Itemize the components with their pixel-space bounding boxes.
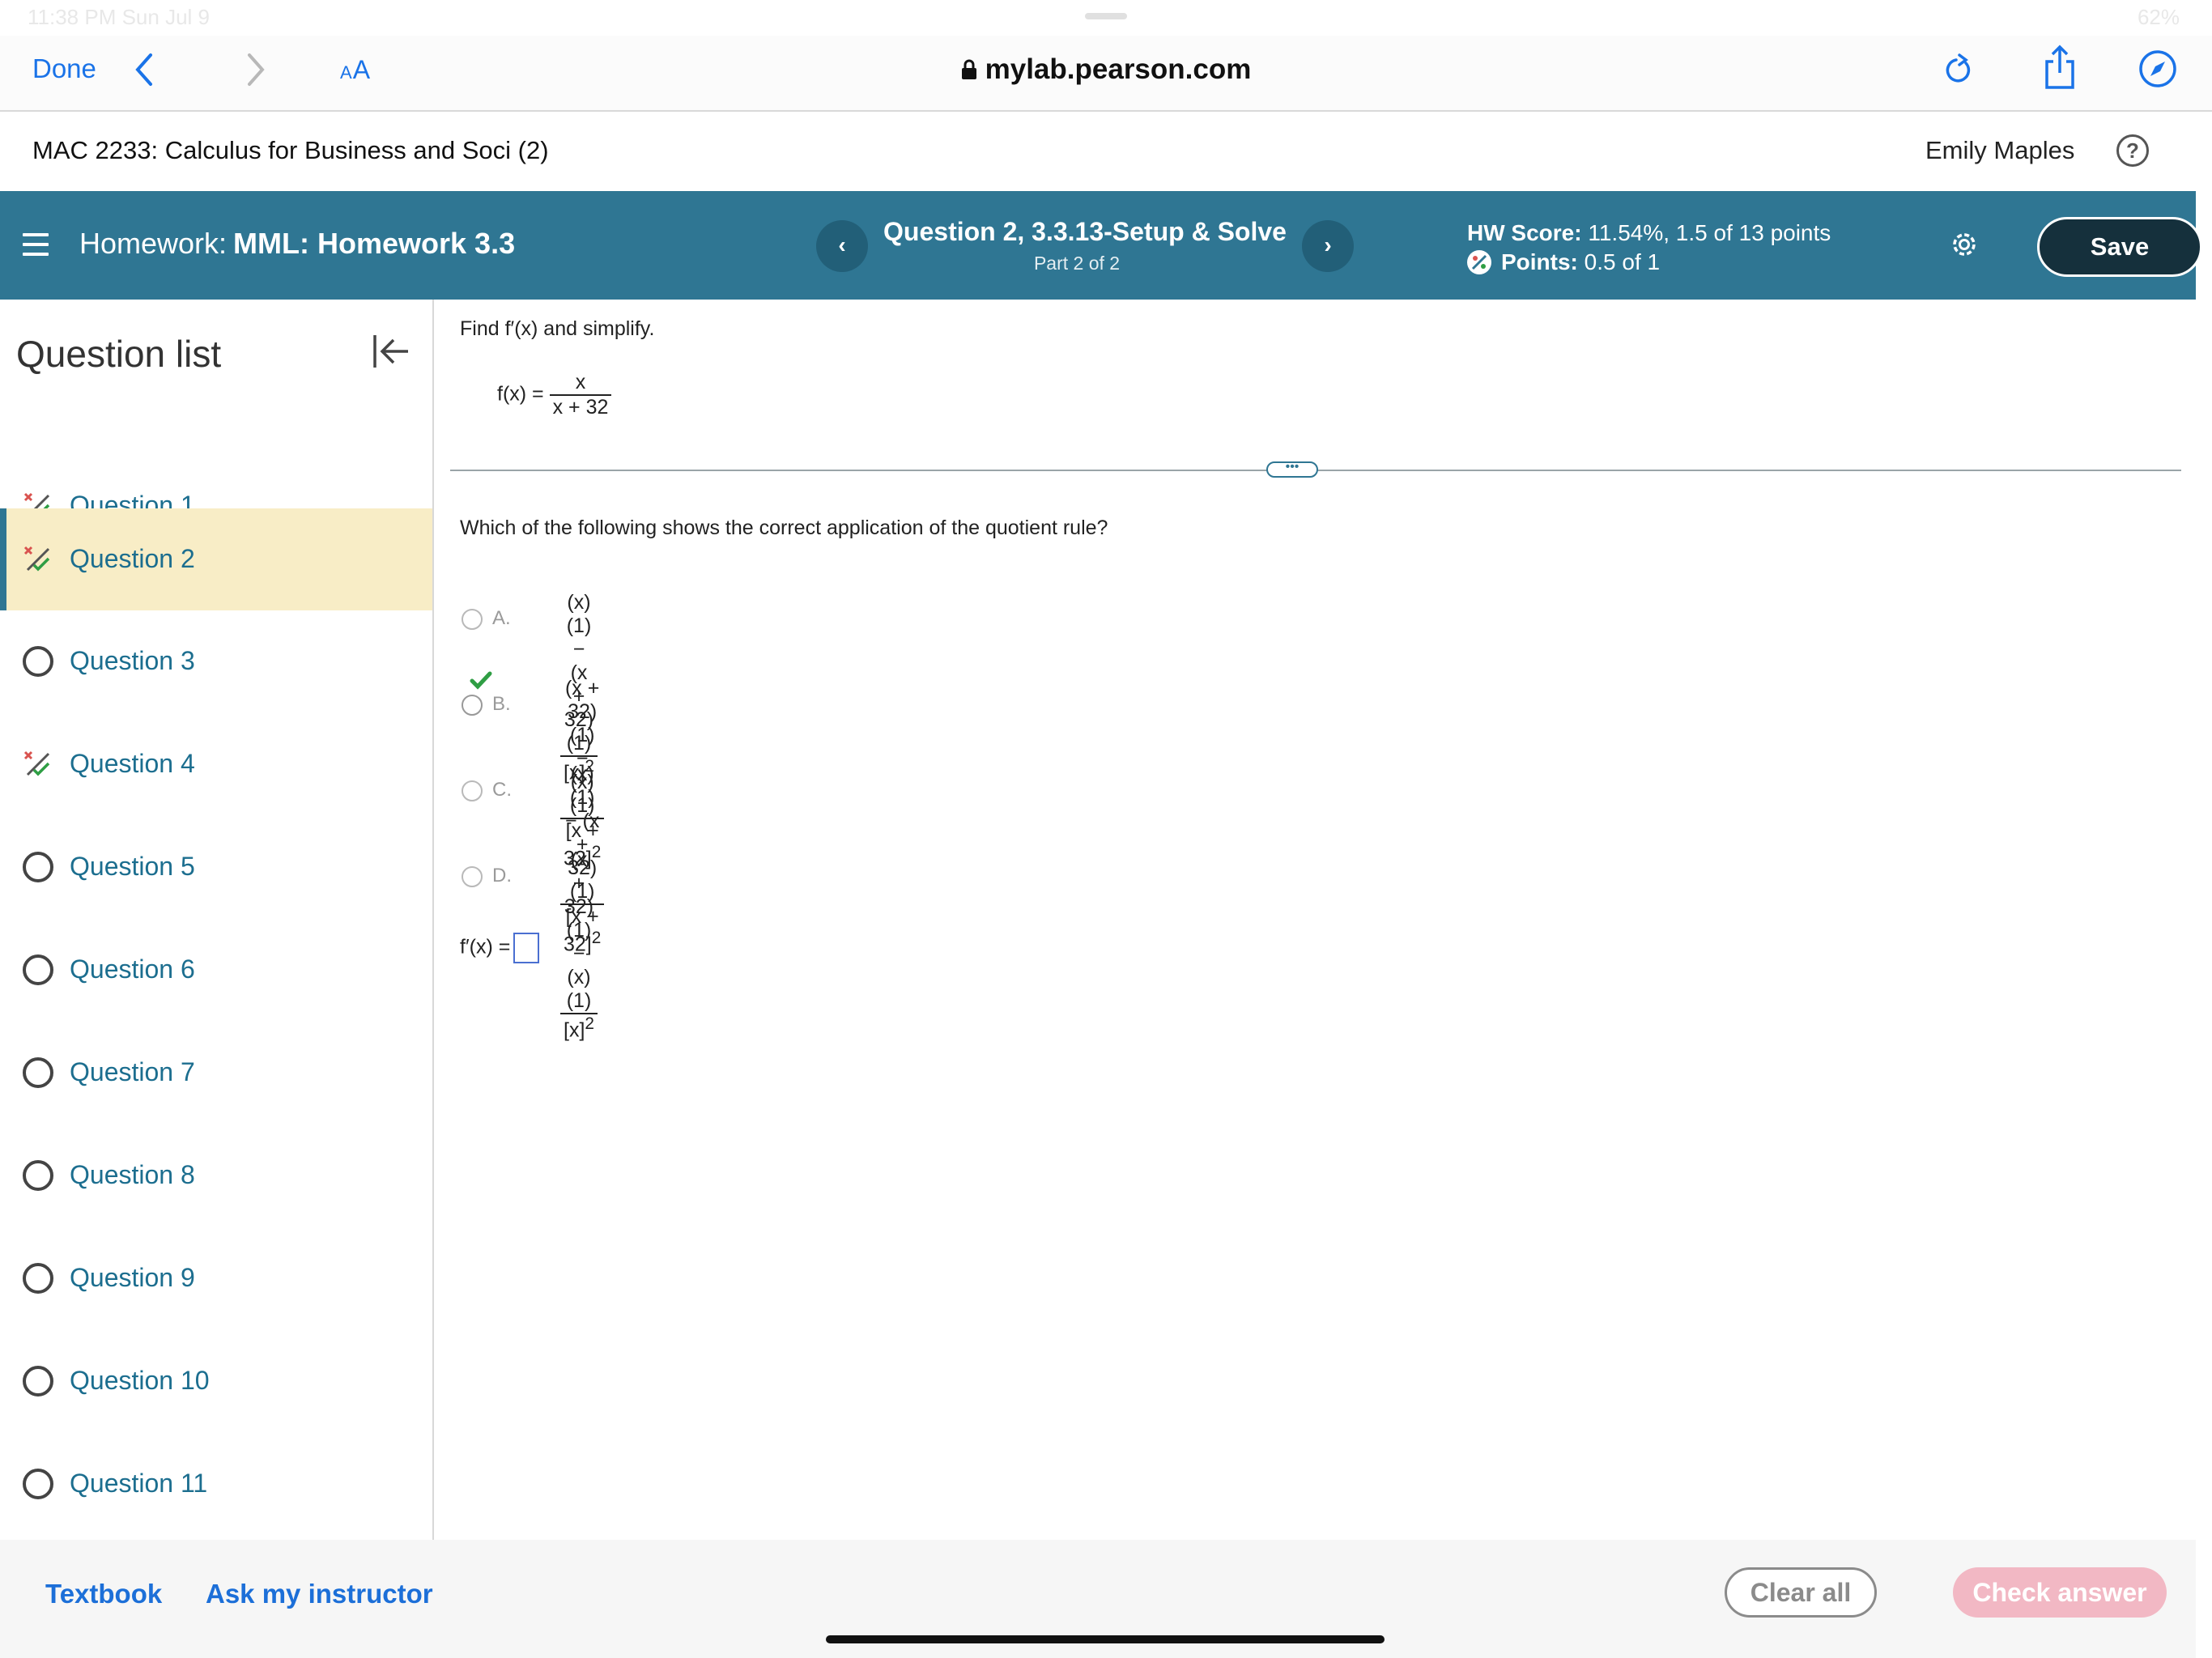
question-label: Question 2: [70, 544, 195, 573]
course-title[interactable]: MAC 2233: Calculus for Business and Soci…: [32, 136, 549, 165]
hw-score: HW Score: 11.54%, 1.5 of 13 points: [1467, 220, 1831, 246]
footer-bar: Textbook Ask my instructor Clear all Che…: [0, 1540, 2196, 1658]
function-denominator: x + 32: [549, 394, 612, 419]
unanswered-circle-icon: [23, 1263, 53, 1294]
homework-header: Homework: MML: Homework 3.3 ‹ Question 2,…: [0, 191, 2202, 300]
question-label: Question 7: [70, 1057, 195, 1086]
correct-check-icon: [470, 670, 492, 695]
question-list-item-9[interactable]: Question 9: [0, 1227, 432, 1329]
help-icon[interactable]: ?: [2116, 134, 2149, 167]
question-label: Question 9: [70, 1263, 195, 1292]
question-list-panel: Question list Question 1 Question 2 Ques…: [0, 300, 434, 1540]
settings-gear-icon[interactable]: [1948, 228, 1980, 265]
choice-denominator-exponent: 2: [585, 1014, 594, 1033]
battery-level: 62%: [2137, 5, 2180, 29]
points: Points: 0.5 of 1: [1467, 249, 1660, 276]
address-bar[interactable]: mylab.pearson.com: [0, 53, 2212, 87]
status-bar: 11:38 PM Sun Jul 9 62%: [0, 0, 2212, 36]
reload-icon[interactable]: [1942, 50, 1974, 93]
homework-name: MML: Homework 3.3: [233, 227, 516, 260]
question-list-item-4[interactable]: Question 4: [0, 713, 432, 815]
answer-label: f′(x) =: [460, 935, 511, 959]
unanswered-circle-icon: [23, 646, 53, 677]
radio-button[interactable]: [462, 609, 483, 630]
hw-score-value: 11.54%, 1.5 of 13 points: [1588, 220, 1831, 245]
question-list-item-5[interactable]: Question 5: [0, 816, 432, 918]
answer-input[interactable]: [513, 933, 540, 963]
question-list-item-2[interactable]: Question 2: [0, 508, 432, 610]
question-list-item-6[interactable]: Question 6: [0, 919, 432, 1021]
unanswered-circle-icon: [23, 852, 53, 882]
question-list-item-10[interactable]: Question 10: [0, 1330, 432, 1432]
status-time: 11:38 PM Sun Jul 9: [28, 5, 210, 29]
function-definition: f(x) = x x + 32: [497, 371, 612, 419]
question-list-item-7[interactable]: Question 7: [0, 1022, 432, 1124]
textbook-link[interactable]: Textbook: [45, 1579, 162, 1609]
question-part: Part 2 of 2: [1033, 253, 1121, 274]
choice-numerator: (x + 32)(1) − (x)(1): [564, 848, 594, 1012]
question-content: Find f′(x) and simplify. f(x) = x x + 32…: [434, 300, 2196, 1540]
question-label: Question 8: [70, 1160, 195, 1189]
share-icon[interactable]: [2042, 44, 2078, 95]
homework-title: Homework: MML: Homework 3.3: [79, 227, 515, 261]
clear-all-button[interactable]: Clear all: [1725, 1567, 1877, 1618]
choice-denominator-base: [x]: [564, 1018, 585, 1042]
radio-button[interactable]: [462, 866, 483, 887]
check-answer-button[interactable]: Check answer: [1953, 1567, 2167, 1618]
question-list-item-3[interactable]: Question 3: [0, 610, 432, 712]
question-label: Question 11: [70, 1469, 208, 1498]
partial-credit-icon: [23, 544, 52, 577]
lock-icon: [961, 55, 977, 87]
question-label: Question 6: [70, 954, 195, 984]
unanswered-circle-icon: [23, 954, 53, 985]
question-label: Question 5: [70, 852, 195, 881]
unanswered-circle-icon: [23, 1160, 53, 1191]
function-fraction: x x + 32: [549, 371, 612, 419]
choice-letter: A.: [492, 607, 511, 629]
choice-letter: C.: [492, 779, 512, 801]
radio-button[interactable]: [462, 780, 483, 801]
multitask-grabber[interactable]: [1085, 13, 1127, 19]
radio-button-selected[interactable]: [462, 695, 483, 716]
question-title: Question 2, 3.3.13-Setup & Solve: [883, 217, 1287, 246]
course-header: MAC 2233: Calculus for Business and Soci…: [0, 112, 2212, 191]
ask-instructor-link[interactable]: Ask my instructor: [206, 1579, 433, 1609]
function-numerator: x: [575, 371, 586, 393]
save-button[interactable]: Save: [2037, 217, 2202, 277]
question-list-item-11[interactable]: Question 11: [0, 1433, 432, 1535]
collapse-panel-icon[interactable]: [371, 332, 411, 376]
question-list-title: Question list: [16, 333, 222, 375]
compass-icon[interactable]: [2138, 49, 2178, 93]
question-prompt: Which of the following shows the correct…: [460, 517, 1108, 539]
unanswered-circle-icon: [23, 1057, 53, 1088]
unanswered-circle-icon: [23, 1469, 53, 1499]
choice-letter: B.: [492, 693, 511, 715]
menu-icon[interactable]: [23, 233, 49, 262]
expand-handle[interactable]: •••: [1266, 461, 1318, 478]
user-name[interactable]: Emily Maples: [1925, 136, 2074, 165]
unanswered-circle-icon: [23, 1366, 53, 1397]
points-value: 0.5 of 1: [1584, 249, 1661, 274]
function-lhs: f(x) =: [497, 382, 544, 406]
browser-toolbar: Done AA mylab.pearson.com: [0, 36, 2212, 112]
hw-score-label: HW Score:: [1467, 220, 1582, 245]
question-label: Question 4: [70, 749, 195, 778]
url-text: mylab.pearson.com: [985, 53, 1252, 85]
partial-credit-icon: [23, 749, 52, 782]
question-list-item-8[interactable]: Question 8: [0, 1124, 432, 1226]
homework-label: Homework:: [79, 227, 228, 260]
points-label: Points:: [1501, 249, 1578, 274]
choice-expression: (x + 32)(1) − (x)(1) [x]2: [560, 848, 598, 1042]
answer-row: f′(x) =: [460, 933, 540, 963]
choice-letter: D.: [492, 865, 512, 886]
partial-credit-icon: [1467, 249, 1491, 274]
question-label: Question 3: [70, 646, 195, 675]
question-label: Question 10: [70, 1366, 210, 1395]
next-question-button[interactable]: ›: [1302, 220, 1354, 272]
choice-denominator: [x]2: [560, 1013, 598, 1042]
question-stem: Find f′(x) and simplify.: [460, 317, 655, 340]
home-indicator[interactable]: [826, 1635, 1385, 1643]
